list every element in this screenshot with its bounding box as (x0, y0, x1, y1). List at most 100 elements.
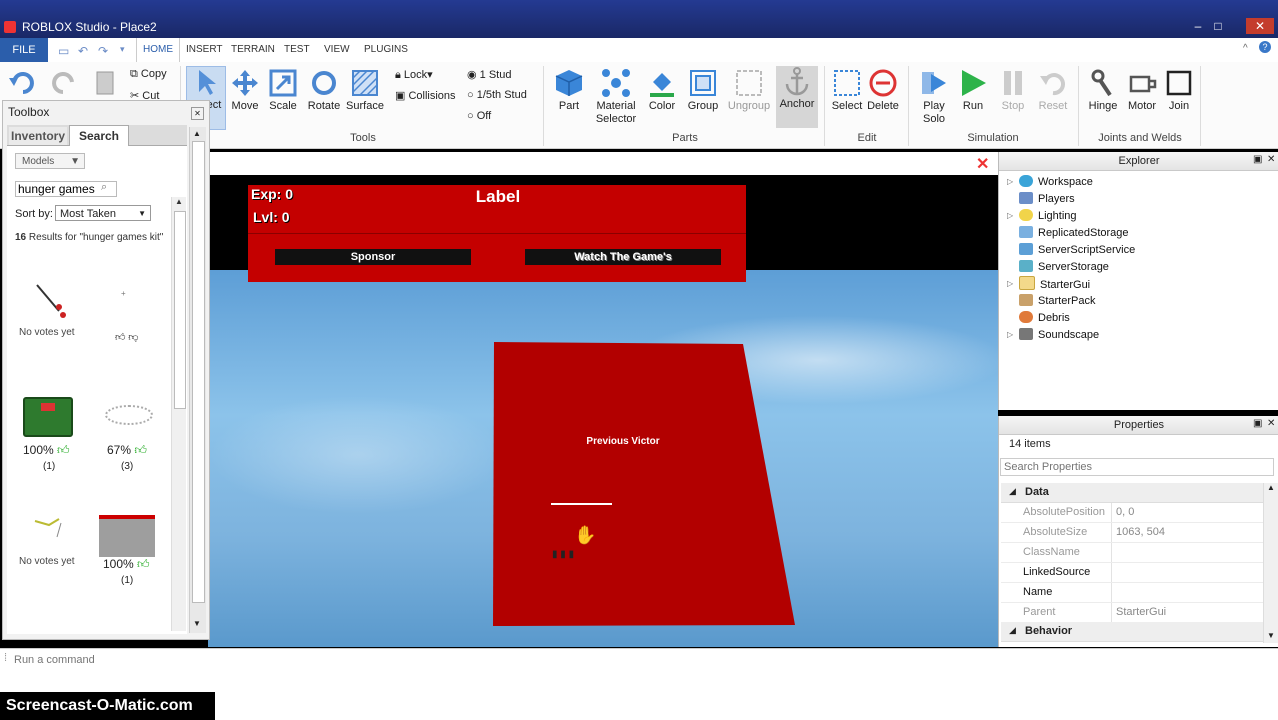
result-thumbnail-1[interactable] (31, 281, 71, 321)
join-button[interactable]: Join (1162, 68, 1196, 112)
quick-access-menu-icon[interactable]: ▾ (120, 44, 125, 55)
close-place-icon[interactable]: ✕ (976, 154, 989, 174)
ungroup-button[interactable]: Ungroup (726, 68, 772, 112)
properties-scrollbar[interactable]: ▲ ▼ (1263, 483, 1278, 643)
explorer-item-startergui[interactable]: ▷ StarterGui (1007, 276, 1090, 292)
search-properties-input[interactable] (1000, 458, 1274, 476)
collapse-icon[interactable]: ◢ (1009, 625, 1016, 636)
surface-tool-button[interactable]: Surface (346, 68, 384, 112)
3d-viewport[interactable]: Exp: 0 Lvl: 0 Label Sponsor Watch The Ga… (208, 175, 998, 647)
expand-arrow-icon[interactable]: ▷ (1007, 208, 1013, 224)
explorer-item-players[interactable]: Players (1019, 191, 1075, 207)
collisions-button[interactable]: ▣ Collisions (395, 89, 456, 102)
property-row[interactable]: Parent StarterGui (1001, 603, 1263, 623)
tab-insert[interactable]: INSERT (186, 38, 223, 62)
section-behavior[interactable]: ◢ Behavior (1001, 622, 1263, 642)
close-icon[interactable]: ✕ (1267, 418, 1275, 429)
paste-button[interactable] (90, 68, 120, 100)
anchor-button[interactable]: Anchor (776, 66, 818, 128)
collapse-ribbon-icon[interactable]: ^ (1243, 43, 1248, 54)
lock-button[interactable]: 🔒︎ Lock▾ (395, 68, 433, 82)
copy-button[interactable]: ⧉ Copy (130, 68, 167, 81)
tab-plugins[interactable]: PLUGINS (364, 38, 408, 62)
part-button[interactable]: Part (552, 68, 586, 112)
scroll-thumb[interactable] (192, 141, 205, 603)
explorer-item-lighting[interactable]: ▷ Lighting (1007, 208, 1077, 224)
tab-file[interactable]: FILE (0, 38, 48, 62)
scroll-down-icon[interactable]: ▼ (1267, 631, 1275, 640)
watch-games-button[interactable]: Watch The Game's (525, 249, 721, 265)
result-thumbnail-5[interactable] (33, 515, 63, 539)
dock-icon[interactable]: ▣ (1253, 418, 1262, 429)
edit-select-button[interactable]: Select (830, 68, 864, 112)
snap-off-radio[interactable]: ○ Off (467, 110, 491, 122)
undo-button[interactable] (8, 68, 38, 100)
motor-button[interactable]: Motor (1124, 68, 1160, 112)
explorer-item-starterpack[interactable]: StarterPack (1019, 293, 1095, 309)
scroll-down-icon[interactable]: ▼ (193, 619, 201, 628)
explorer-item-debris[interactable]: Debris (1019, 310, 1070, 326)
color-button[interactable]: Color (646, 68, 678, 112)
scroll-up-icon[interactable]: ▲ (1267, 483, 1275, 492)
close-icon[interactable]: ✕ (1267, 154, 1275, 165)
result-thumbnail-6[interactable] (99, 515, 155, 557)
property-row[interactable]: ClassName (1001, 543, 1263, 563)
explorer-item-workspace[interactable]: ▷ Workspace (1007, 174, 1093, 190)
close-window-button[interactable]: ✕ (1246, 18, 1274, 34)
property-row[interactable]: AbsoluteSize 1063, 504 (1001, 523, 1263, 543)
snap-fifth-stud-radio[interactable]: ○ 1/5th Stud (467, 89, 527, 101)
rotate-tool-button[interactable]: Rotate (306, 68, 342, 112)
explorer-item-replicatedstorage[interactable]: ReplicatedStorage (1019, 225, 1129, 241)
dock-icon[interactable]: ▣ (1253, 154, 1262, 165)
explorer-item-serverscriptservice[interactable]: ServerScriptService (1019, 242, 1135, 258)
explorer-item-serverstorage[interactable]: ServerStorage (1019, 259, 1109, 275)
result-thumbnail-3[interactable] (23, 397, 73, 437)
explorer-item-soundscape[interactable]: ▷ Soundscape (1007, 327, 1099, 343)
run-button[interactable]: Run (956, 68, 990, 112)
redo-small-icon[interactable]: ↷ (98, 44, 108, 58)
group-button[interactable]: Group (686, 68, 720, 112)
delete-button[interactable]: Delete (866, 68, 900, 112)
scroll-thumb[interactable] (174, 211, 186, 409)
help-icon[interactable]: ? (1259, 41, 1271, 53)
previous-victor-board[interactable] (488, 335, 808, 635)
tab-inventory[interactable]: Inventory (9, 127, 67, 145)
expand-arrow-icon[interactable]: ▷ (1007, 174, 1013, 190)
play-solo-button[interactable]: Play Solo (916, 68, 952, 126)
tab-test[interactable]: TEST (284, 38, 310, 62)
scroll-up-icon[interactable]: ▲ (175, 197, 183, 206)
undo-small-icon[interactable]: ↶ (78, 44, 88, 58)
minimize-button[interactable]: – (1188, 18, 1208, 34)
property-row[interactable]: LinkedSource (1001, 563, 1263, 583)
snap-one-stud-radio[interactable]: ◉ 1 Stud (467, 68, 511, 81)
maximize-button[interactable]: □ (1208, 18, 1228, 34)
category-dropdown[interactable]: Models ▼ (15, 153, 85, 169)
new-icon[interactable]: ▭ (58, 44, 69, 58)
result-thumbnail-2[interactable]: + (121, 289, 126, 298)
redo-button[interactable] (48, 68, 78, 100)
sort-dropdown[interactable]: Most Taken ▼ (55, 205, 151, 221)
collapse-icon[interactable]: ◢ (1009, 486, 1016, 497)
section-data[interactable]: ◢ Data (1001, 483, 1263, 503)
scale-tool-button[interactable]: Scale (268, 68, 298, 112)
reset-button[interactable]: Reset (1036, 68, 1070, 112)
search-icon[interactable]: ⌕ (101, 181, 107, 194)
expand-arrow-icon[interactable]: ▷ (1007, 276, 1013, 292)
thumbs-icons[interactable]: 👍︎ 👎︎ (115, 331, 138, 343)
property-row[interactable]: AbsolutePosition 0, 0 (1001, 503, 1263, 523)
command-input[interactable] (12, 651, 1266, 668)
tab-home[interactable]: HOME (136, 38, 180, 62)
material-selector-button[interactable]: Material Selector (592, 68, 640, 126)
expand-arrow-icon[interactable]: ▷ (1007, 327, 1013, 343)
toolbox-scrollbar[interactable]: ▲ ▼ (189, 127, 206, 633)
property-row[interactable]: Name (1001, 583, 1263, 603)
sponsor-button[interactable]: Sponsor (275, 249, 471, 265)
tab-view[interactable]: VIEW (324, 38, 350, 62)
tab-search[interactable]: Search (69, 125, 129, 147)
result-thumbnail-4[interactable] (105, 405, 153, 425)
move-tool-button[interactable]: Move (230, 68, 260, 112)
scroll-up-icon[interactable]: ▲ (193, 129, 201, 138)
tab-terrain[interactable]: TERRAIN (231, 38, 275, 62)
hinge-button[interactable]: Hinge (1086, 68, 1120, 112)
stop-button[interactable]: Stop (996, 68, 1030, 112)
